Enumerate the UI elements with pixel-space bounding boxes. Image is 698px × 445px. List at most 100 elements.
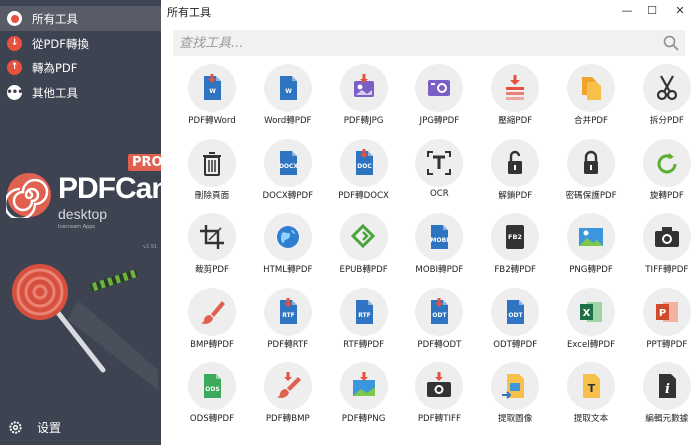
sidebar-item-label: 所有工具 bbox=[32, 11, 78, 26]
tool-tile[interactable]: 解鎖PDF bbox=[478, 138, 550, 211]
pdf-to-png-icon bbox=[352, 372, 375, 396]
sidebar-item-more-tools[interactable]: ••• 其他工具 bbox=[0, 80, 161, 105]
tool-icon-circle: DOC bbox=[339, 138, 388, 187]
paintbrush-icon bbox=[201, 300, 225, 324]
tool-icon-circle: W bbox=[188, 64, 236, 112]
tool-tile[interactable]: PDF轉TIFF bbox=[402, 362, 474, 434]
png-image-icon bbox=[579, 228, 603, 246]
tool-icon-circle bbox=[188, 287, 236, 336]
tool-icon-circle: ODT bbox=[415, 287, 464, 336]
tool-tile[interactable]: PDF轉PNG bbox=[327, 362, 399, 434]
tool-tile[interactable]: PNG轉PDF bbox=[554, 213, 626, 285]
tool-tile[interactable]: PDF轉JPG bbox=[327, 64, 399, 136]
tool-icon-circle bbox=[642, 64, 691, 112]
tool-label: PDF轉DOCX bbox=[338, 190, 389, 201]
search-input[interactable] bbox=[173, 30, 653, 56]
close-button[interactable]: ✕ bbox=[669, 2, 691, 18]
tool-icon-circle: P bbox=[642, 287, 691, 336]
maximize-button[interactable]: ☐ bbox=[641, 2, 663, 18]
tool-label: ODS轉PDF bbox=[189, 414, 235, 424]
tool-icon-circle bbox=[415, 138, 464, 187]
tool-label: FB2轉PDF bbox=[494, 265, 537, 275]
tool-tile[interactable]: ODT PDF轉ODT bbox=[402, 287, 474, 360]
tool-icon-circle: W bbox=[263, 64, 312, 112]
tool-tile[interactable]: ODS ODS轉PDF bbox=[175, 362, 247, 434]
tool-tile[interactable]: 旋轉PDF bbox=[630, 138, 698, 211]
svg-text:MOBI: MOBI bbox=[431, 237, 449, 244]
tool-tile[interactable]: DOC PDF轉DOCX bbox=[327, 138, 399, 211]
sidebar-item-all-tools[interactable]: 所有工具 bbox=[0, 6, 161, 31]
tool-label: PDF轉Word bbox=[188, 116, 236, 126]
tool-icon-circle: T bbox=[567, 362, 615, 410]
tool-icon-circle bbox=[263, 362, 312, 410]
search-icon[interactable] bbox=[663, 35, 679, 51]
tool-tile[interactable]: JPG轉PDF bbox=[402, 64, 474, 136]
rtf-to-pdf-icon: RTF bbox=[355, 299, 373, 324]
tool-icon-circle: X bbox=[567, 287, 615, 336]
tool-icon-circle bbox=[642, 138, 691, 187]
tool-label: PDF轉TIFF bbox=[417, 414, 461, 424]
tool-tile[interactable]: 刪除頁面 bbox=[175, 138, 247, 211]
tool-tile[interactable]: RTF PDF轉RTF bbox=[251, 287, 323, 360]
svg-text:ODT: ODT bbox=[509, 312, 524, 319]
version-label: v2.91 bbox=[143, 244, 158, 250]
tool-label: BMP轉PDF bbox=[190, 339, 234, 350]
sidebar-item-to-pdf[interactable]: ↑ 轉為PDF bbox=[0, 55, 161, 80]
tool-tile[interactable]: 拆分PDF bbox=[630, 64, 698, 136]
tool-tile[interactable]: ODT ODT轉PDF bbox=[478, 287, 550, 360]
tool-icon-circle bbox=[491, 138, 540, 187]
tool-label: 提取文本 bbox=[573, 414, 609, 424]
tool-tile[interactable]: OCR bbox=[402, 138, 474, 211]
tool-tile[interactable]: HTML轉PDF bbox=[251, 213, 323, 285]
tool-tile[interactable]: W Word轉PDF bbox=[251, 64, 323, 136]
tool-icon-circle bbox=[567, 138, 615, 187]
tool-tile[interactable]: 裁剪PDF bbox=[175, 213, 247, 285]
tool-label: PPT轉PDF bbox=[646, 339, 688, 350]
tool-label: HTML轉PDF bbox=[263, 265, 313, 275]
tool-tile[interactable]: RTF RTF轉PDF bbox=[327, 287, 399, 360]
tool-tile[interactable]: T 提取文本 bbox=[554, 362, 626, 434]
minimize-button[interactable]: — bbox=[616, 2, 638, 18]
pdf-to-word-icon: W bbox=[204, 74, 221, 100]
tool-tile[interactable]: 密碼保護PDF bbox=[554, 138, 626, 211]
mobi-icon: MOBI bbox=[431, 225, 449, 249]
search-bar bbox=[173, 30, 685, 56]
pdf-to-bmp-icon bbox=[276, 372, 301, 398]
tool-icon-circle bbox=[188, 213, 236, 261]
tool-tile[interactable]: i 編輯元數據 bbox=[630, 362, 698, 434]
tool-label: 拆分PDF bbox=[649, 116, 684, 126]
tool-tile[interactable]: EPUB轉PDF bbox=[327, 213, 399, 285]
info-icon: i bbox=[658, 374, 676, 398]
tool-tile[interactable]: DOCX DOCX轉PDF bbox=[251, 138, 323, 211]
tool-label: MOBI轉PDF bbox=[415, 265, 464, 275]
tool-tile[interactable]: 提取圖像 bbox=[478, 362, 550, 434]
svg-text:FB2: FB2 bbox=[508, 233, 522, 241]
fb2-icon: FB2 bbox=[506, 225, 525, 249]
svg-text:i: i bbox=[665, 382, 670, 397]
ods-icon: ODS bbox=[204, 374, 221, 398]
settings-label: 设置 bbox=[37, 420, 62, 435]
sidebar-item-from-pdf[interactable]: ↓ 從PDF轉換 bbox=[0, 31, 161, 56]
svg-text:RTF: RTF bbox=[358, 312, 371, 319]
tool-label: Excel轉PDF bbox=[566, 339, 616, 350]
tool-tile[interactable]: 壓縮PDF bbox=[478, 64, 550, 136]
tool-tile[interactable]: W PDF轉Word bbox=[175, 64, 247, 136]
candy-swirl-icon bbox=[6, 173, 51, 218]
tool-label: 解鎖PDF bbox=[498, 190, 533, 201]
settings-button[interactable]: 设置 bbox=[0, 412, 161, 442]
more-icon: ••• bbox=[6, 85, 24, 100]
tool-tile[interactable]: P PPT轉PDF bbox=[630, 287, 698, 360]
tool-icon-circle bbox=[339, 213, 388, 261]
tool-tile[interactable]: BMP轉PDF bbox=[175, 287, 247, 360]
tool-label: PDF轉PNG bbox=[341, 414, 386, 424]
tool-tile[interactable]: PDF轉BMP bbox=[251, 362, 323, 434]
tool-tile[interactable]: TIFF轉PDF bbox=[630, 213, 698, 285]
tool-label: ODT轉PDF bbox=[493, 339, 538, 350]
tool-tile[interactable]: 合并PDF bbox=[554, 64, 626, 136]
tool-tile[interactable]: MOBI MOBI轉PDF bbox=[402, 213, 474, 285]
tool-tile[interactable]: FB2 FB2轉PDF bbox=[478, 213, 550, 285]
tool-tile[interactable]: X Excel轉PDF bbox=[554, 287, 626, 360]
ocr-icon bbox=[427, 150, 452, 175]
camera-icon bbox=[654, 227, 679, 247]
extract-image-icon bbox=[502, 374, 525, 399]
